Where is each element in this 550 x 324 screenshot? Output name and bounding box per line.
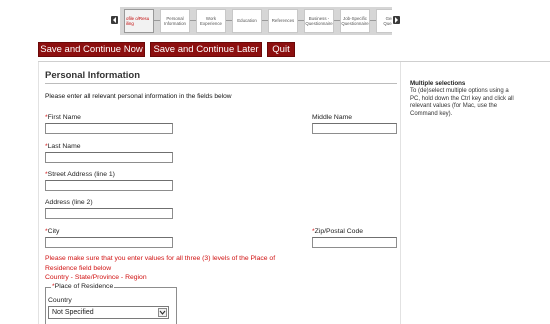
step-wizard: ofile o/Resu iling Personal Information … [111, 6, 401, 36]
place-of-residence-legend: *Place of Residence [51, 283, 115, 290]
wizard-step-personal-info[interactable]: Personal Information [160, 9, 190, 33]
middle-name-field[interactable] [312, 123, 397, 134]
last-name-field[interactable] [45, 152, 173, 163]
street-address-1-label: *Street Address (line 1) [45, 171, 115, 178]
intro-text: Please enter all relevant personal infor… [45, 93, 232, 100]
wizard-step-profile[interactable]: ofile o/Resu iling [124, 9, 154, 33]
title-divider [45, 83, 397, 84]
page-title: Personal Information [45, 70, 141, 81]
wizard-step-references[interactable]: References [268, 9, 298, 33]
wizard-step-job-questionnaire[interactable]: Job-Specific Questionnaire [340, 9, 370, 33]
zip-field[interactable] [312, 237, 397, 248]
scroll-left-arrow-icon[interactable] [111, 16, 118, 24]
last-name-label: *Last Name [45, 143, 81, 150]
help-text: To (de)select multiple options using a P… [410, 88, 514, 117]
wizard-track: ofile o/Resu iling Personal Information … [120, 7, 392, 35]
country-selected-value: Not Specified [52, 309, 94, 316]
city-field[interactable] [45, 237, 173, 248]
warning-line-2: Country - State/Province - Region [45, 274, 147, 281]
save-and-continue-later-button[interactable]: Save and Continue Later [150, 42, 262, 57]
wizard-step-education[interactable]: Education [232, 9, 262, 33]
residence-warning: Please make sure that you enter values f… [45, 254, 295, 283]
warning-line-1: Please make sure that you enter values f… [45, 255, 276, 272]
city-label: *City [45, 228, 60, 235]
help-title: Multiple selections [410, 80, 466, 87]
street-address-1-field[interactable] [45, 180, 173, 191]
first-name-label: *First Name [45, 114, 81, 121]
scroll-right-arrow-icon[interactable] [393, 16, 400, 24]
country-select[interactable]: Not Specified [48, 306, 169, 319]
address-2-label: Address (line 2) [45, 199, 93, 206]
country-label: Country [48, 297, 72, 304]
first-name-field[interactable] [45, 123, 173, 134]
chevron-down-icon[interactable] [158, 308, 167, 317]
zip-label: *Zip/Postal Code [312, 228, 364, 235]
wizard-step-work-experience[interactable]: Work Experience [196, 9, 226, 33]
wizard-step-general-questionnaire[interactable]: Gene Questio [376, 9, 392, 33]
middle-name-label: Middle Name [312, 114, 353, 121]
address-2-field[interactable] [45, 208, 173, 219]
save-and-continue-now-button[interactable]: Save and Continue Now [38, 42, 145, 57]
wizard-step-business-questionnaire[interactable]: Business - Questionnaire [304, 9, 334, 33]
quit-button[interactable]: Quit [267, 42, 295, 57]
